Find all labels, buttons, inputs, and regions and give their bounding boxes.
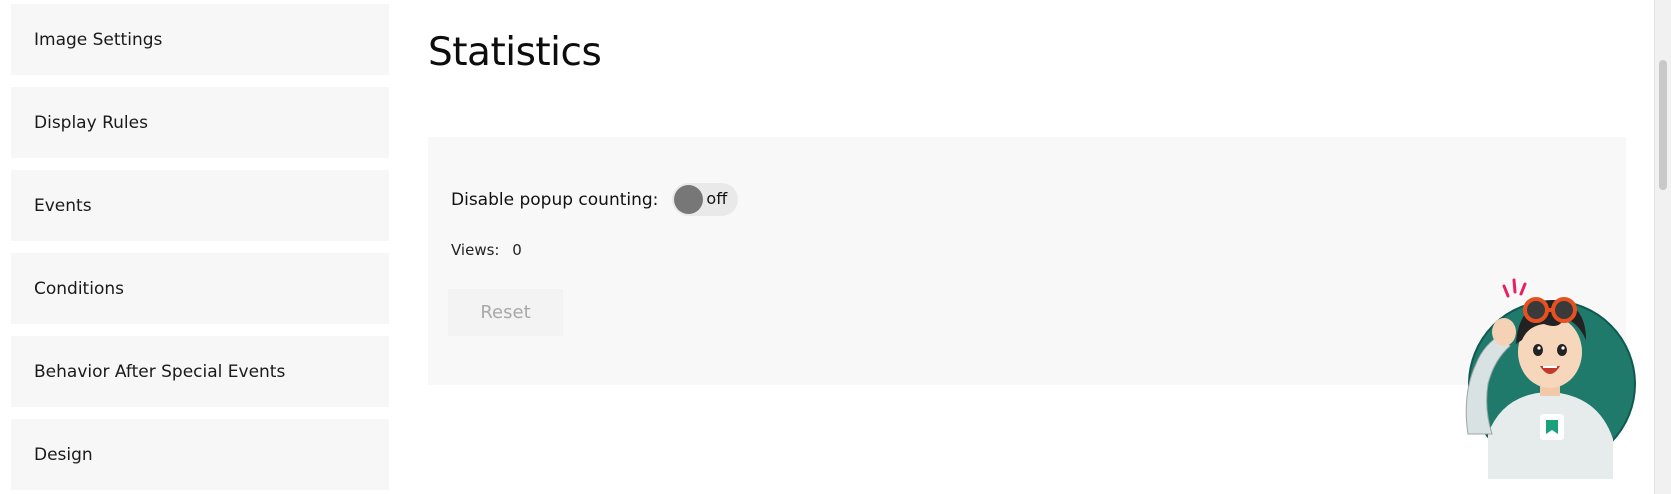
sidebar-item-behavior-after-special-events[interactable]: Behavior After Special Events	[11, 336, 389, 407]
views-label: Views:	[451, 241, 500, 259]
toggle-knob	[674, 185, 704, 214]
counting-toggle[interactable]: off	[672, 183, 739, 216]
scrollbar-thumb[interactable]	[1659, 60, 1667, 190]
sidebar-item-design[interactable]: Design	[11, 419, 389, 490]
sidebar-item-label: Display Rules	[34, 112, 148, 133]
sidebar-item-events[interactable]: Events	[11, 170, 389, 241]
sidebar: Image Settings Display Rules Events Cond…	[11, 4, 389, 494]
vertical-scrollbar[interactable]	[1654, 0, 1671, 494]
counting-row: Disable popup counting: off	[451, 183, 739, 216]
sidebar-item-label: Image Settings	[34, 29, 163, 50]
sidebar-item-conditions[interactable]: Conditions	[11, 253, 389, 324]
sidebar-item-label: Events	[34, 195, 92, 216]
sidebar-item-image-settings[interactable]: Image Settings	[11, 4, 389, 75]
counting-label: Disable popup counting:	[451, 189, 659, 210]
reset-button[interactable]: Reset	[448, 289, 563, 336]
page-title: Statistics	[428, 30, 602, 75]
sidebar-item-label: Behavior After Special Events	[34, 361, 286, 382]
sidebar-item-label: Design	[34, 444, 93, 465]
toggle-state-text: off	[706, 189, 728, 208]
views-count: 0	[512, 241, 522, 259]
views-row: Views: 0	[451, 241, 522, 259]
statistics-panel: Disable popup counting: off Views: 0 Res…	[428, 137, 1626, 385]
support-mascot-icon[interactable]	[1448, 274, 1640, 479]
sidebar-item-label: Conditions	[34, 278, 124, 299]
sidebar-item-display-rules[interactable]: Display Rules	[11, 87, 389, 158]
page: Image Settings Display Rules Events Cond…	[0, 0, 1671, 494]
